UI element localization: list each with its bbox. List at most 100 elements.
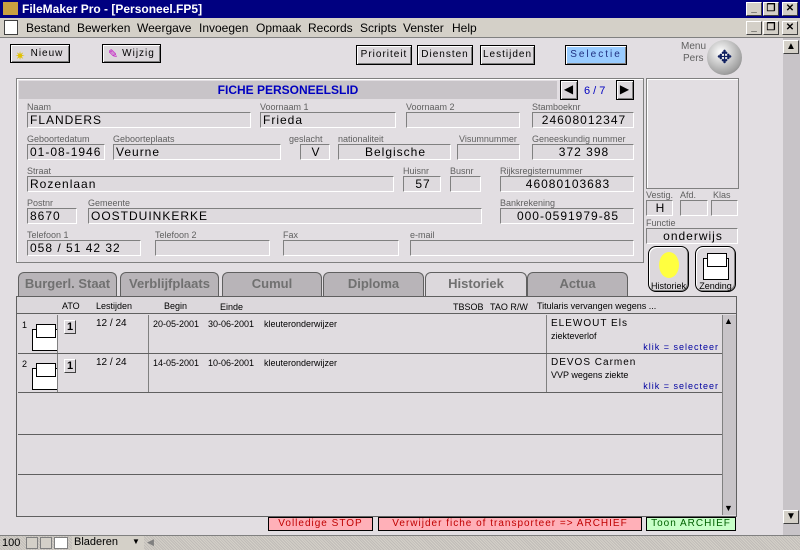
menu-help[interactable]: Help [452,21,477,35]
zoom-in-icon[interactable] [40,537,52,549]
scroll-up-icon[interactable]: ▲ [724,316,733,326]
voornaam1-label: Voornaam 1 [260,102,309,112]
doc-minimize-button[interactable]: _ [746,21,762,35]
restore-button[interactable]: ❐ [763,2,779,16]
geslacht-field[interactable]: V [300,144,330,160]
rijksreg-label: Rijksregisternummer [500,166,583,176]
minimize-button[interactable]: _ [746,2,762,16]
tab-burgerl-staat[interactable]: Burgerl. Staat [18,272,117,296]
vestig-field[interactable]: H [646,200,673,216]
ato-button[interactable]: 1 [64,359,76,373]
geslacht-label: geslacht [289,134,323,144]
email-label: e-mail [410,230,435,240]
tab-cumul[interactable]: Cumul [222,272,322,296]
window-scrollbar[interactable]: ▲ ▼ [783,38,800,535]
portal-row[interactable]: 1 1 12 / 24 20-05-2001 30-06-2001 kleute… [18,315,722,354]
close-button[interactable]: ✕ [782,2,798,16]
next-record-button[interactable]: ▶ [616,80,634,100]
dispatch-button[interactable]: Zending [695,246,736,292]
zoom-out-icon[interactable] [26,537,38,549]
menu-bestand[interactable]: Bestand [26,21,70,35]
menu-pers-label: Menu [681,41,707,52]
scroll-down-icon[interactable]: ▼ [724,503,733,513]
nationaliteit-field[interactable]: Belgische [338,144,451,160]
bank-field[interactable]: 000-0591979-85 [500,208,634,224]
scroll-left-icon[interactable]: ◀ [147,537,154,548]
menu-scripts[interactable]: Scripts [360,21,397,35]
envelope-icon[interactable] [32,324,58,351]
tel1-field[interactable]: 058 / 51 42 32 [27,240,141,256]
functie-field[interactable]: onderwijs [646,228,738,244]
functie-label: Functie [646,218,676,228]
gemeente-field[interactable]: OOSTDUINKERKE [88,208,482,224]
naam-field[interactable]: FLANDERS [27,112,251,128]
tel2-label: Telefoon 2 [155,230,197,240]
services-button[interactable]: Diensten [417,45,473,65]
voornaam2-field[interactable] [406,112,520,128]
prev-record-button[interactable]: ◀ [560,80,578,100]
show-archive-button[interactable]: Toon ARCHIEF [646,517,736,531]
zoom-level[interactable]: 100 [2,537,20,549]
status-area-icon[interactable] [54,537,68,549]
straat-field[interactable]: Rozenlaan [27,176,394,192]
selection-button[interactable]: Selectie [565,45,627,65]
geboortedatum-field[interactable]: 01-08-1946 [27,144,105,160]
menu-records[interactable]: Records [308,21,353,35]
doc-restore-button[interactable]: ❐ [763,21,779,35]
menu-bewerken[interactable]: Bewerken [77,21,130,35]
priority-button[interactable]: Prioriteit [356,45,412,65]
archive-transfer-button[interactable]: Verwijder fiche of transporteer => ARCHI… [378,517,642,531]
tab-verblijfplaats[interactable]: Verblijfplaats [120,272,219,296]
geboorteplaats-field[interactable]: Veurne [113,144,281,160]
tel2-field[interactable] [155,240,270,256]
menu-weergave[interactable]: Weergave [137,21,191,35]
envelope-icon[interactable] [32,363,58,390]
huisnr-field[interactable]: 57 [403,176,441,192]
tab-historiek[interactable]: Historiek [425,272,527,297]
full-stop-button[interactable]: Volledige STOP [268,517,373,531]
doc-close-button[interactable]: ✕ [782,21,798,35]
replacement-reason: VVP wegens ziekte [551,370,629,380]
record-counter: 6 / 7 [584,85,606,97]
email-field[interactable] [410,240,634,256]
function-value: kleuteronderwijzer [264,319,338,329]
rijksreg-field[interactable]: 46080103683 [500,176,634,192]
edit-button[interactable]: ✎ Wijzig [102,44,161,63]
stamboeknr-field[interactable]: 24608012347 [532,112,634,128]
postnr-field[interactable]: 8670 [27,208,77,224]
menu-opmaak[interactable]: Opmaak [256,21,301,35]
scroll-down-icon[interactable]: ▼ [783,510,799,524]
tab-diploma[interactable]: Diploma [323,272,424,296]
menu-venster[interactable]: Venster [403,21,444,35]
fax-field[interactable] [283,240,399,256]
select-link[interactable]: klik = selecteer [643,381,719,391]
visumnummer-field[interactable] [457,144,520,160]
new-button[interactable]: ✷ Nieuw [10,44,70,63]
portal-row[interactable]: 2 1 12 / 24 14-05-2001 10-06-2001 kleute… [18,354,722,393]
afd-field[interactable] [680,200,708,216]
lightbulb-icon [659,252,679,278]
titular-name: ELEWOUT Els [551,318,628,329]
portal-scrollbar[interactable]: ▲ ▼ [722,315,736,515]
lessons-button[interactable]: Lestijden [480,45,535,65]
tab-actua[interactable]: Actua [527,272,628,296]
menu-pers-button[interactable]: ✥ [707,40,742,75]
portal-header: ATO Lestijden Begin Einde TBSOB TAO R/W … [17,297,736,314]
mode-select[interactable]: Bladeren ▼ [72,536,144,550]
scroll-up-icon[interactable]: ▲ [783,40,799,54]
header-ato: ATO [62,301,80,311]
history-button[interactable]: Historiek [648,246,689,292]
new-icon: ✷ [15,49,27,63]
geneeskundig-label: Geneeskundig nummer [532,134,626,144]
replacement-reason: ziekteverlof [551,331,597,341]
tel1-label: Telefoon 1 [27,230,69,240]
menu-invoegen[interactable]: Invoegen [199,21,248,35]
geneeskundig-field[interactable]: 372 398 [532,144,634,160]
klas-field[interactable] [711,200,738,216]
select-link[interactable]: klik = selecteer [643,342,719,352]
ato-button[interactable]: 1 [64,320,76,334]
busnr-field[interactable] [450,176,481,192]
straat-label: Straat [27,166,52,176]
titular-name: DEVOS Carmen [551,357,637,368]
voornaam1-field[interactable]: Frieda [260,112,396,128]
